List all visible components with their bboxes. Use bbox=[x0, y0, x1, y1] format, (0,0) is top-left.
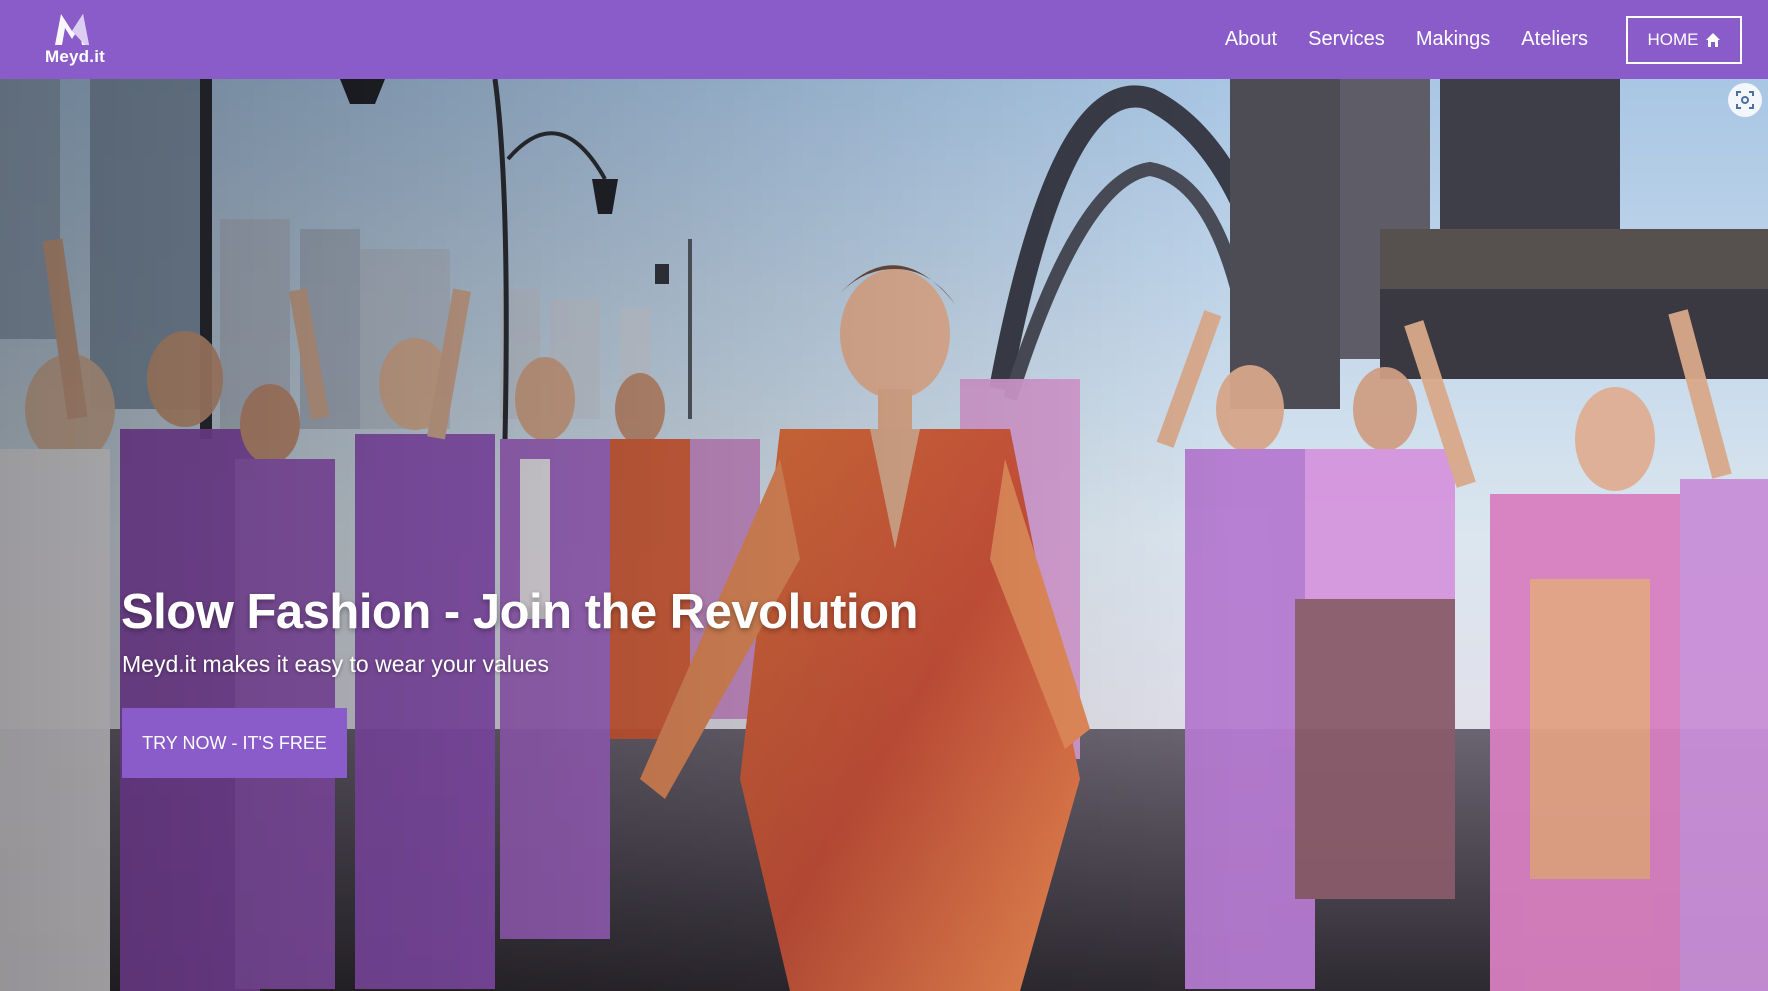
nav-link-makings[interactable]: Makings bbox=[1416, 28, 1490, 51]
brand-logo[interactable]: Meyd.it bbox=[40, 11, 110, 69]
try-now-button[interactable]: TRY NOW - IT'S FREE bbox=[122, 708, 347, 778]
home-icon bbox=[1705, 33, 1720, 47]
nav-links: About Services Makings Ateliers bbox=[1194, 0, 1588, 79]
hero-subtitle: Meyd.it makes it easy to wear your value… bbox=[122, 651, 549, 677]
screen-capture-icon bbox=[1736, 91, 1754, 109]
screen-capture-button[interactable] bbox=[1728, 83, 1762, 117]
hero-section: Slow Fashion - Join the Revolution Meyd.… bbox=[0, 79, 1768, 991]
nav-link-about[interactable]: About bbox=[1225, 28, 1277, 51]
top-navbar: Meyd.it About Services Makings Ateliers … bbox=[0, 0, 1768, 79]
brand-name: Meyd.it bbox=[45, 47, 105, 66]
hero-title: Slow Fashion - Join the Revolution bbox=[121, 585, 918, 639]
hero-overlay bbox=[0, 79, 1768, 991]
nav-link-services[interactable]: Services bbox=[1308, 28, 1385, 51]
home-button-label: HOME bbox=[1647, 30, 1699, 49]
logo-icon bbox=[55, 14, 89, 45]
nav-link-ateliers[interactable]: Ateliers bbox=[1521, 28, 1588, 51]
home-button[interactable]: HOME bbox=[1626, 16, 1742, 64]
